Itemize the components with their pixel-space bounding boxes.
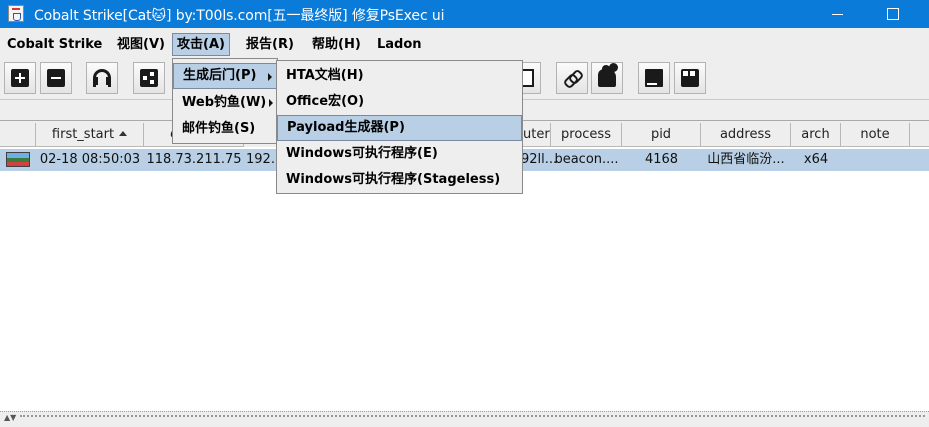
menu-cobalt-strike[interactable]: Cobalt Strike [6,33,103,56]
package-button[interactable] [674,62,706,94]
log-book-button[interactable] [638,62,670,94]
col-extra-header [910,123,929,147]
sort-ascending-icon [119,131,128,136]
book-icon [645,69,663,87]
beacon-session-icon [6,152,30,167]
menu-help[interactable]: 帮助(H) [311,33,362,56]
new-connection-button[interactable] [4,62,36,94]
col-note-header[interactable]: note [841,123,910,147]
cell-arch: x64 [803,152,829,167]
minus-icon [47,69,65,87]
menu-ladon[interactable]: Ladon [376,33,423,56]
minimize-button[interactable] [816,0,862,28]
disconnect-button[interactable] [40,62,72,94]
menu-item-windows-executable-stageless[interactable]: Windows可执行程序(Stageless) [277,167,522,193]
menu-item-web-phishing[interactable]: Web钓鱼(W) [173,90,277,116]
cell-internal: 192.1 [246,152,280,167]
submenu-arrow-icon [268,73,272,81]
cell-first-start: 02-18 08:50:03 [39,152,141,167]
pivot-graph-button[interactable] [133,62,165,94]
cell-address: 山西省临汾... [707,152,785,167]
maximize-button[interactable] [870,0,916,28]
col-process-header[interactable]: process [551,123,622,147]
cell-note [841,149,910,171]
links-button[interactable] [556,62,588,94]
menu-item-office-macro[interactable]: Office宏(O) [277,89,522,115]
col-arch-header[interactable]: arch [791,123,841,147]
submenu-arrow-icon [269,99,273,107]
col-pid-header[interactable]: pid [622,123,701,147]
menu-item-generate-backdoor[interactable]: 生成后门(P) [173,63,277,89]
cell-pid: 4168 [644,152,679,167]
plus-icon [11,69,29,87]
col-first-start-header[interactable]: first_start [36,123,144,147]
menu-view[interactable]: 视图(V) [116,33,166,56]
cell-external: 118.73.211.75 [146,152,242,167]
listeners-button[interactable] [86,62,118,94]
headphones-icon [93,69,111,87]
menu-item-email-phishing[interactable]: 邮件钓鱼(S) [173,116,277,142]
cloud-button[interactable] [591,62,623,94]
split-pane-divider[interactable]: ▲▼ [0,411,929,427]
attacks-menu: 生成后门(P) Web钓鱼(W) 邮件钓鱼(S) [172,58,278,144]
menu-item-hta-document[interactable]: HTA文档(H) [277,63,522,89]
backdoor-submenu: HTA文档(H) Office宏(O) Payload生成器(P) Window… [276,60,523,194]
cell-process: beacon.... [554,152,619,167]
java-app-icon [8,5,24,22]
cube-icon [681,69,699,87]
menu-item-payload-generator[interactable]: Payload生成器(P) [277,115,522,141]
window-title: Cobalt Strike[Cat🐱] by:T00ls.com[五一最终版] … [34,8,445,24]
menu-item-windows-executable[interactable]: Windows可执行程序(E) [277,141,522,167]
col-address-header[interactable]: address [701,123,791,147]
title-bar: Cobalt Strike[Cat🐱] by:T00ls.com[五一最终版] … [0,0,929,28]
menu-attacks[interactable]: 攻击(A) [172,33,230,56]
pivot-graph-icon [140,69,158,87]
menu-reporting[interactable]: 报告(R) [245,33,295,56]
col-icon-header[interactable] [0,123,36,147]
split-arrows-icon[interactable]: ▲▼ [4,413,16,422]
cloud-icon [598,63,618,87]
link-icon [563,69,581,87]
divider-grip [20,415,925,417]
menu-bar: Cobalt Strike 视图(V) 攻击(A) 报告(R) 帮助(H) La… [0,31,929,57]
